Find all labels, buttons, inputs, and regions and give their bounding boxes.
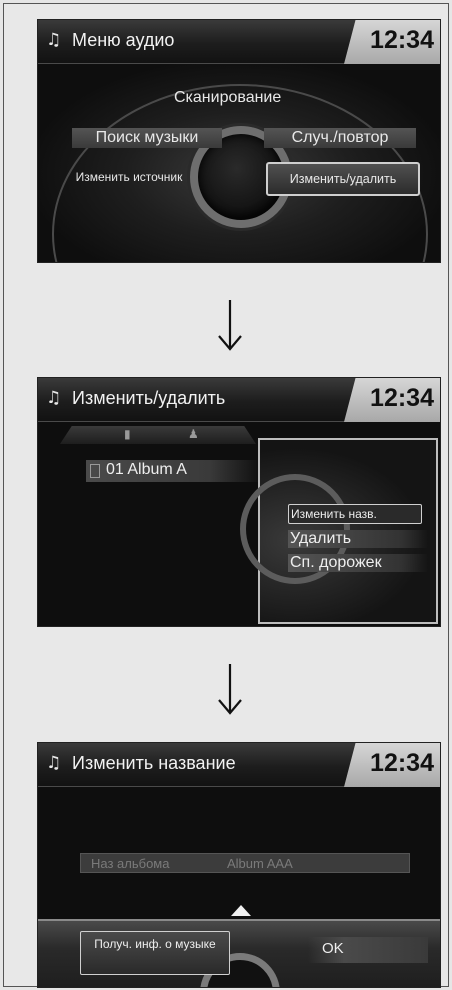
field-label: Наз альбома — [91, 856, 170, 871]
options-popup: Изменить назв. Удалить Сп. дорожек — [240, 438, 438, 624]
title-bar: ♫ Изменить/удалить 12:34 — [38, 378, 440, 422]
chevron-up-icon[interactable] — [231, 905, 251, 916]
album-name-field[interactable]: Наз альбома Album AAA — [80, 853, 410, 873]
menu-item-edit-delete[interactable]: Изменить/удалить — [266, 162, 420, 196]
arrow-down-icon — [218, 300, 242, 351]
get-music-info-button[interactable]: Получ. инф. о музыке — [80, 931, 230, 975]
menu-item-change-source[interactable]: Изменить источник — [52, 168, 206, 186]
dial-area: Сканирование Поиск музыки Случ./повтор И… — [38, 64, 440, 262]
audio-menu-screen: ♫ Меню аудио 12:34 Сканирование Поиск му… — [37, 19, 441, 263]
menu-item-search-music[interactable]: Поиск музыки — [72, 128, 222, 148]
arrow-down-icon — [218, 664, 242, 715]
screen-title: Изменить/удалить — [72, 388, 226, 408]
edit-delete-screen: ♫ Изменить/удалить 12:34 ▮ ♟ 01 Album A … — [37, 377, 441, 627]
music-note-icon: ♫ — [46, 30, 62, 50]
option-track-list[interactable]: Сп. дорожек — [288, 554, 428, 572]
music-note-icon: ♫ — [46, 753, 62, 773]
clock: 12:34 — [370, 749, 434, 777]
rename-screen: ♫ Изменить название 12:34 Наз альбома Al… — [37, 742, 441, 988]
album-icon[interactable]: ▮ — [124, 427, 131, 441]
field-value: Album AAA — [227, 856, 293, 871]
list-item[interactable]: 01 Album A — [86, 460, 262, 482]
title-bar: ♫ Меню аудио 12:34 — [38, 20, 440, 64]
music-note-icon: ♫ — [46, 388, 62, 408]
title-bar: ♫ Изменить название 12:34 — [38, 743, 440, 787]
ok-button[interactable]: OK — [308, 937, 428, 963]
clock: 12:34 — [370, 384, 434, 412]
rename-body: Наз альбома Album AAA Получ. инф. о музы… — [38, 787, 440, 987]
album-list-area: ▮ ♟ 01 Album A Изменить назв. Удалить Сп… — [38, 422, 440, 626]
menu-item-scan[interactable]: Сканирование — [172, 88, 283, 108]
clock: 12:34 — [370, 26, 434, 54]
menu-item-shuffle-repeat[interactable]: Случ./повтор — [264, 128, 416, 148]
screen-title: Меню аудио — [72, 30, 175, 50]
artist-icon[interactable]: ♟ — [188, 427, 199, 441]
option-delete[interactable]: Удалить — [288, 530, 428, 548]
list-tabs: ▮ ♟ — [60, 426, 256, 444]
screen-title: Изменить название — [72, 753, 236, 773]
checkbox-icon — [90, 464, 100, 478]
page-frame: ♫ Меню аудио 12:34 Сканирование Поиск му… — [3, 3, 449, 988]
album-name: 01 Album A — [106, 461, 187, 478]
option-rename[interactable]: Изменить назв. — [288, 504, 422, 524]
